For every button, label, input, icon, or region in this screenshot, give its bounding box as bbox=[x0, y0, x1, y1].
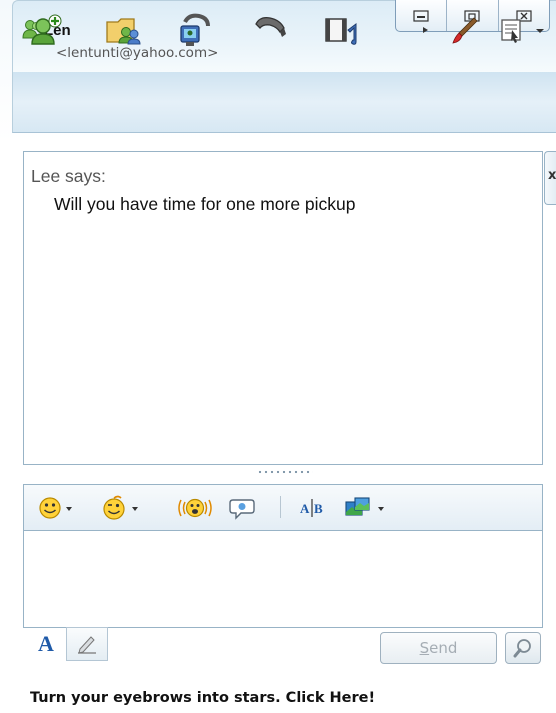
sidebar-toggle-tab[interactable]: x bbox=[544, 151, 556, 205]
ad-link[interactable]: Turn your eyebrows into stars. Click Her… bbox=[30, 690, 375, 706]
audible-icon[interactable] bbox=[227, 494, 257, 522]
add-contact-icon[interactable] bbox=[27, 12, 67, 48]
search-button[interactable] bbox=[505, 632, 541, 664]
buzz-icon[interactable] bbox=[175, 494, 215, 522]
view-menu-icon[interactable] bbox=[500, 12, 548, 48]
font-button[interactable]: A bbox=[27, 628, 65, 660]
send-button-label: end bbox=[429, 639, 458, 657]
call-icon[interactable] bbox=[250, 12, 290, 48]
send-access-key: S bbox=[419, 639, 430, 657]
wink-icon[interactable] bbox=[100, 494, 146, 522]
smiley-icon[interactable] bbox=[37, 494, 79, 522]
photo-share-icon[interactable] bbox=[344, 494, 390, 522]
send-button[interactable]: Send bbox=[380, 632, 497, 664]
conversation-pane[interactable]: Lee says: Will you have time for one mor… bbox=[23, 151, 543, 465]
splitter-grip[interactable] bbox=[257, 470, 313, 474]
webcam-icon[interactable] bbox=[175, 12, 215, 48]
svg-text:B: B bbox=[314, 501, 323, 516]
message-input[interactable] bbox=[23, 530, 543, 628]
pencil-icon bbox=[78, 636, 96, 654]
toolbar-separator bbox=[280, 496, 281, 518]
svg-text:A: A bbox=[300, 501, 310, 516]
doodle-button[interactable] bbox=[66, 627, 108, 661]
share-files-icon[interactable] bbox=[104, 12, 144, 48]
message-sender: Lee says: bbox=[31, 166, 106, 186]
im-window: Len <lentunti@yahoo.com> Lee says: Will … bbox=[0, 0, 556, 713]
more-arrow-icon[interactable] bbox=[418, 12, 432, 48]
paintbrush-icon[interactable] bbox=[450, 12, 480, 48]
sidebar-toggle-label: x bbox=[548, 168, 556, 183]
video-icon[interactable] bbox=[322, 12, 362, 48]
spellcheck-icon[interactable]: A B bbox=[298, 494, 328, 522]
message-text: Will you have time for one more pickup bbox=[54, 194, 356, 214]
action-toolbar bbox=[12, 72, 556, 133]
magnifier-icon bbox=[513, 639, 531, 658]
formatting-toolbar: A B bbox=[23, 484, 543, 531]
